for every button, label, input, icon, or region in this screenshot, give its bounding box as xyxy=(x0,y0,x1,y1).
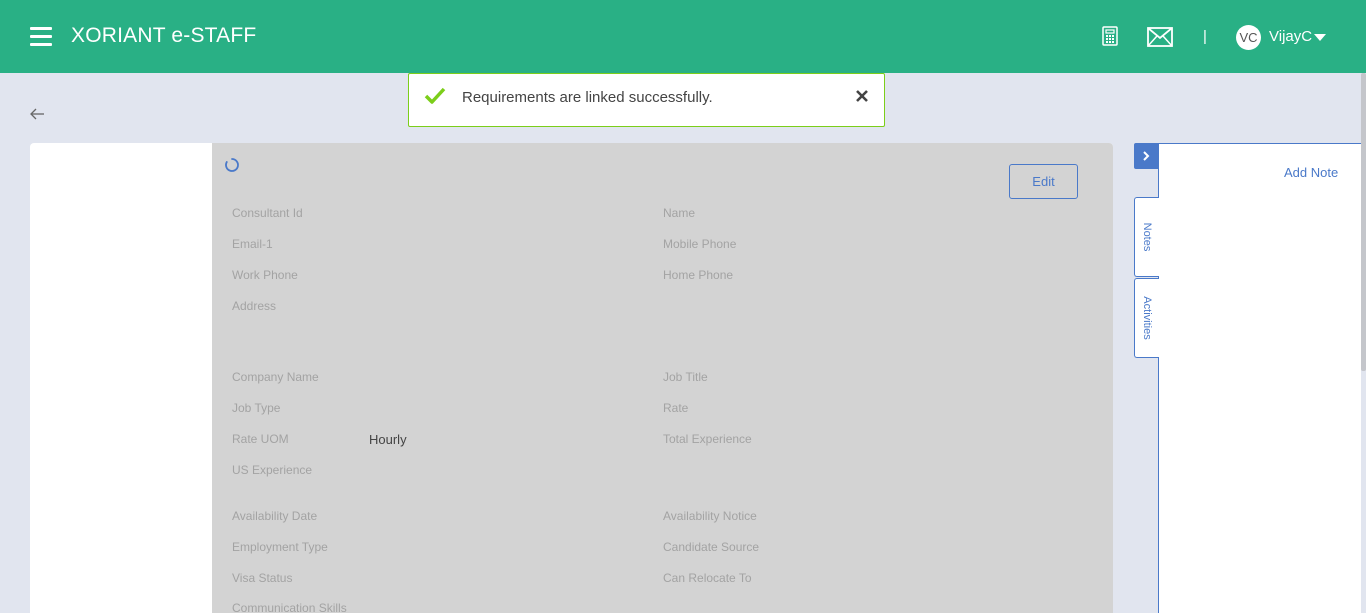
edit-button[interactable]: Edit xyxy=(1009,164,1078,199)
field-label: Communication Skills xyxy=(232,601,347,613)
field-label: Availability Date xyxy=(232,509,318,523)
hamburger-menu-icon[interactable] xyxy=(30,27,52,47)
field-label: Company Name xyxy=(232,370,319,384)
field-label: Candidate Source xyxy=(663,540,760,554)
field-label: Availability Notice xyxy=(663,509,757,523)
tab-notes-label: Notes xyxy=(1141,222,1153,252)
field-label: Job Type xyxy=(232,401,281,415)
field-label: US Experience xyxy=(232,463,313,477)
field-label: Can Relocate To xyxy=(663,571,752,585)
field-label: Mobile Phone xyxy=(663,237,737,251)
field-label: Email-1 xyxy=(232,237,273,251)
tab-activities-label: Activities xyxy=(1141,296,1153,340)
caret-down-icon[interactable] xyxy=(1314,34,1326,41)
notes-side-panel xyxy=(1158,143,1361,613)
field-label: Home Phone xyxy=(663,268,734,282)
field-label: Consultant Id xyxy=(232,206,303,220)
back-arrow-icon[interactable] xyxy=(28,106,46,122)
loading-spinner-icon xyxy=(225,158,239,172)
check-icon xyxy=(424,87,446,104)
avatar[interactable]: VC xyxy=(1236,25,1261,50)
field-label: Rate UOM xyxy=(232,432,289,446)
top-header: XORIANT e-STAFF | VC VijayC xyxy=(0,0,1366,73)
field-label: Address xyxy=(232,299,277,313)
field-label: Name xyxy=(663,206,696,220)
consultant-card: Edit Consultant Id Email-1 Work Phone Ad… xyxy=(30,143,1113,613)
close-icon[interactable] xyxy=(854,88,870,104)
add-note-link[interactable]: Add Note xyxy=(1284,165,1338,180)
user-name[interactable]: VijayC xyxy=(1269,28,1312,45)
field-label: Total Experience xyxy=(663,432,752,446)
scrollbar-thumb[interactable] xyxy=(1361,73,1366,371)
app-title: XORIANT e-STAFF xyxy=(71,24,257,47)
panel-toggle-button[interactable] xyxy=(1134,143,1159,169)
field-value-rate-uom: Hourly xyxy=(369,432,407,447)
field-label: Rate xyxy=(663,401,689,415)
loading-overlay: Edit Consultant Id Email-1 Work Phone Ad… xyxy=(212,143,1113,613)
field-label: Work Phone xyxy=(232,268,298,282)
field-label: Employment Type xyxy=(232,540,328,554)
field-label: Job Title xyxy=(663,370,708,384)
success-toast: Requirements are linked successfully. xyxy=(408,73,885,127)
field-label: Visa Status xyxy=(232,571,293,585)
chevron-right-icon xyxy=(1143,151,1150,161)
toast-message: Requirements are linked successfully. xyxy=(462,89,713,106)
tab-activities[interactable]: Activities xyxy=(1134,278,1159,358)
calculator-icon[interactable] xyxy=(1102,26,1118,46)
header-divider: | xyxy=(1203,28,1207,45)
tab-notes[interactable]: Notes xyxy=(1134,197,1159,277)
mail-icon[interactable] xyxy=(1147,27,1173,47)
